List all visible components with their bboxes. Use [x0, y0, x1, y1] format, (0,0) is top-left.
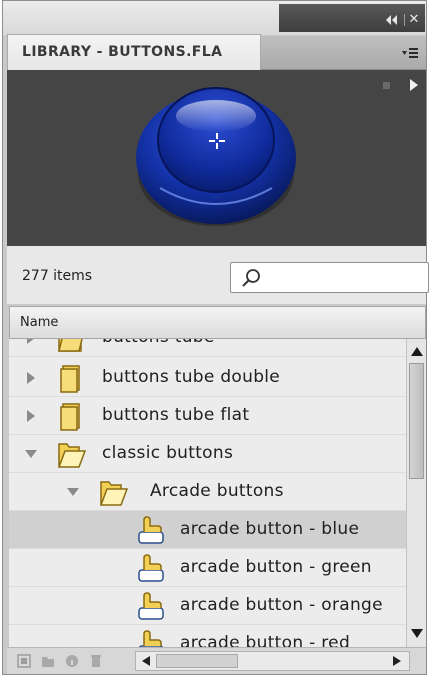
folder-open-icon: [99, 481, 129, 506]
scroll-down-icon[interactable]: [411, 629, 423, 638]
tab-strip-background: [261, 36, 426, 70]
list-item-selected[interactable]: arcade button - blue: [9, 511, 406, 549]
tab-library[interactable]: LIBRARY - BUTTONS.FLA: [7, 34, 261, 70]
list-item-label: buttons tube double: [102, 367, 281, 387]
arcade-button-preview: [136, 87, 296, 226]
list-item[interactable]: buttons tube flat: [9, 397, 406, 435]
list-item[interactable]: Arcade buttons: [9, 473, 406, 511]
list-item-label: arcade button - blue: [180, 519, 360, 539]
list-item-label: buttons tube flat: [102, 405, 250, 425]
library-panel: ✕ LIBRARY - BUTTONS.FLA 277 items Name b…: [2, 0, 429, 675]
vertical-scrollbar[interactable]: [406, 339, 426, 647]
panel-dock-bar: ✕: [279, 4, 425, 32]
delete-icon[interactable]: [89, 654, 103, 668]
play-icon[interactable]: [410, 79, 418, 91]
horizontal-scrollbar[interactable]: [135, 651, 410, 671]
new-folder-icon[interactable]: [41, 654, 55, 668]
list-item[interactable]: arcade button - green: [9, 549, 406, 587]
search-input[interactable]: [267, 266, 422, 289]
scroll-thumb[interactable]: [409, 363, 424, 479]
list-item-label: arcade button - red: [180, 633, 351, 647]
column-header-name[interactable]: Name: [9, 306, 426, 339]
collapse-arrow-icon[interactable]: [25, 450, 37, 458]
list-item[interactable]: buttons tube: [9, 339, 406, 357]
list-item-label: arcade button - orange: [180, 595, 383, 615]
list-item[interactable]: classic buttons: [9, 435, 406, 473]
list-item[interactable]: arcade button - red: [9, 625, 406, 647]
scroll-left-icon[interactable]: [142, 656, 150, 666]
dock-separator: [404, 14, 405, 26]
new-symbol-icon[interactable]: [17, 654, 31, 668]
search-box[interactable]: [230, 262, 429, 293]
scroll-thumb[interactable]: [156, 654, 238, 668]
close-icon[interactable]: ✕: [407, 12, 421, 28]
list-item[interactable]: buttons tube double: [9, 359, 406, 397]
item-count: 277 items: [22, 268, 93, 284]
folder-icon: [60, 403, 80, 431]
list-item-label: buttons tube: [102, 339, 215, 347]
list-item-label: arcade button - green: [180, 557, 372, 577]
collapse-arrow-icon[interactable]: [67, 488, 79, 496]
panel-title-strip: ✕: [3, 1, 426, 35]
symbol-preview: [7, 70, 426, 246]
button-symbol-icon: [138, 630, 164, 647]
list-item-label: Arcade buttons: [150, 481, 284, 501]
folder-open-icon: [57, 443, 87, 468]
library-bottom-toolbar: [7, 647, 426, 674]
button-symbol-icon: [138, 516, 164, 544]
folder-icon: [58, 339, 83, 352]
button-symbol-icon: [138, 554, 164, 582]
expand-arrow-icon[interactable]: [27, 372, 35, 384]
expand-arrow-icon[interactable]: [27, 410, 35, 422]
crosshair-icon: [209, 133, 225, 149]
button-symbol-icon: [138, 592, 164, 620]
list-item[interactable]: arcade button - orange: [9, 587, 406, 625]
library-tree-list: buttons tube buttons tube double buttons…: [9, 339, 406, 647]
search-icon: [242, 269, 260, 287]
properties-icon[interactable]: [65, 654, 79, 668]
stop-icon[interactable]: [383, 82, 390, 89]
double-chevron-left-icon[interactable]: [383, 13, 401, 27]
list-item-label: classic buttons: [102, 443, 234, 463]
expand-arrow-icon[interactable]: [27, 339, 35, 344]
panel-menu-icon[interactable]: [402, 46, 418, 60]
folder-icon: [60, 365, 80, 393]
library-info-row: 277 items: [7, 246, 429, 304]
scroll-right-icon[interactable]: [393, 656, 401, 666]
scroll-up-icon[interactable]: [411, 347, 423, 356]
